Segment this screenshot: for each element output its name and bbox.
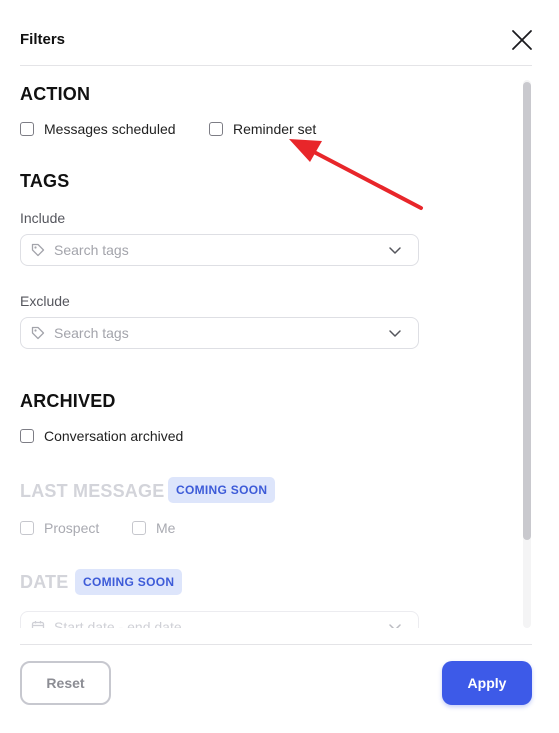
apply-button[interactable]: Apply [442,661,532,705]
filters-scroll-area[interactable]: ACTION Messages scheduled Reminder set T… [0,66,559,628]
coming-soon-badge: COMING SOON [75,569,183,595]
checkbox-label: Messages scheduled [44,121,176,137]
chevron-down-icon [389,330,401,337]
checkbox-box[interactable] [20,122,34,136]
checkbox-label: Me [156,520,176,536]
scrollbar-thumb[interactable] [523,82,531,540]
filters-header: Filters [0,0,559,66]
checkbox-prospect: Prospect [20,518,99,538]
checkbox-reminder-set[interactable]: Reminder set [209,119,316,139]
checkbox-box [20,521,34,535]
include-label: Include [20,210,66,226]
close-button[interactable] [509,27,535,53]
checkbox-conversation-archived[interactable]: Conversation archived [20,426,183,446]
chevron-down-icon [389,247,401,254]
coming-soon-badge: COMING SOON [168,477,276,503]
tag-icon [31,326,45,340]
section-title-tags: TAGS [20,171,70,191]
checkbox-label: Reminder set [233,121,317,137]
exclude-tags-placeholder: Search tags [54,325,129,341]
checkbox-me: Me [132,518,175,538]
checkbox-box[interactable] [20,429,34,443]
checkbox-box [132,521,146,535]
checkbox-box[interactable] [209,122,223,136]
date-range-select: Start date - end date [20,611,419,628]
section-title-date: DATE [20,572,69,592]
date-range-placeholder: Start date - end date [54,619,182,628]
tag-icon [31,243,45,257]
footer-divider [20,644,532,645]
section-title-last-message: LAST MESSAGE [20,481,165,501]
checkbox-label: Conversation archived [44,428,184,444]
section-title-archived: ARCHIVED [20,391,116,411]
exclude-tags-select[interactable]: Search tags [20,317,419,349]
close-icon [512,30,532,50]
exclude-label: Exclude [20,293,70,309]
include-tags-select[interactable]: Search tags [20,234,419,266]
section-title-action: ACTION [20,84,91,104]
panel-title: Filters [20,31,66,48]
calendar-icon [31,621,45,628]
checkbox-label: Prospect [44,520,100,536]
chevron-down-icon [389,624,401,628]
reset-button[interactable]: Reset [20,661,111,705]
include-tags-placeholder: Search tags [54,242,129,258]
checkbox-messages-scheduled[interactable]: Messages scheduled [20,119,176,139]
